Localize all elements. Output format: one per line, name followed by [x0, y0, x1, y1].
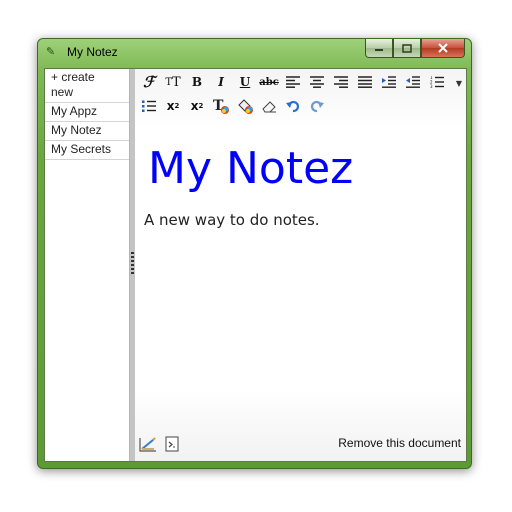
align-right-icon[interactable]	[331, 72, 351, 92]
minimize-button[interactable]	[365, 39, 393, 58]
italic-icon[interactable]: I	[211, 72, 231, 92]
sidebar-item-my-notez[interactable]: My Notez	[45, 122, 129, 141]
redo-icon[interactable]	[307, 96, 327, 116]
maximize-button[interactable]	[393, 39, 421, 58]
svg-text:3: 3	[430, 84, 433, 88]
bold-icon[interactable]: B	[187, 72, 207, 92]
subscript-icon[interactable]: x2	[187, 96, 207, 116]
client-area: + create new My Appz My Notez My Secrets…	[44, 68, 467, 462]
font-size-icon[interactable]: TT	[163, 72, 183, 92]
numbered-list-icon[interactable]: 123	[427, 72, 447, 92]
edit-chart-icon[interactable]	[139, 436, 157, 456]
superscript-icon[interactable]: x2	[163, 96, 183, 116]
indent-icon[interactable]	[379, 72, 399, 92]
bulleted-list-icon[interactable]	[139, 96, 159, 116]
title-bar[interactable]: ✎ My Notez	[38, 39, 471, 67]
toolbar-overflow-icon[interactable]: ▼	[456, 79, 462, 88]
underline-icon[interactable]: U	[235, 72, 255, 92]
sidebar-item-my-appz[interactable]: My Appz	[45, 103, 129, 122]
caption-buttons	[365, 39, 465, 58]
window-title: My Notez	[67, 45, 118, 59]
app-icon: ✎	[46, 45, 56, 58]
app-window: ✎ My Notez + create new My Appz My Notez…	[37, 38, 472, 469]
maximize-icon	[402, 43, 412, 53]
document-properties-icon[interactable]	[165, 436, 179, 456]
align-center-icon[interactable]	[307, 72, 327, 92]
editor[interactable]: ℱ TT B I U abc 1 2 3 ▼ x 2 x 2 T My Note…	[135, 69, 466, 461]
close-button[interactable]	[421, 39, 465, 58]
close-icon	[438, 43, 448, 53]
undo-icon[interactable]	[283, 96, 303, 116]
toolbar-row-1: ℱ TT B I U abc 1 2 3	[139, 71, 451, 93]
sidebar-item-create-new[interactable]: + create new	[45, 69, 129, 103]
toolbar-row-2: x2 x2 T	[139, 95, 331, 117]
remove-document-link[interactable]: Remove this document	[338, 436, 461, 450]
align-left-icon[interactable]	[283, 72, 303, 92]
outdent-icon[interactable]	[403, 72, 423, 92]
bottom-bar: Remove this document	[135, 431, 466, 457]
text-color-icon[interactable]: T	[211, 96, 231, 116]
document-heading[interactable]: My Notez	[148, 143, 353, 194]
strikethrough-icon[interactable]: abc	[259, 72, 279, 92]
splitter-grip-icon[interactable]	[131, 252, 134, 274]
justify-icon[interactable]	[355, 72, 375, 92]
eraser-icon[interactable]	[259, 96, 279, 116]
font-family-icon[interactable]: ℱ	[139, 72, 159, 92]
fill-color-icon[interactable]	[235, 96, 255, 116]
document-body-text[interactable]: A new way to do notes.	[144, 211, 320, 229]
sidebar-item-my-secrets[interactable]: My Secrets	[45, 141, 129, 160]
sidebar: + create new My Appz My Notez My Secrets	[45, 69, 130, 461]
minimize-icon	[375, 49, 383, 51]
